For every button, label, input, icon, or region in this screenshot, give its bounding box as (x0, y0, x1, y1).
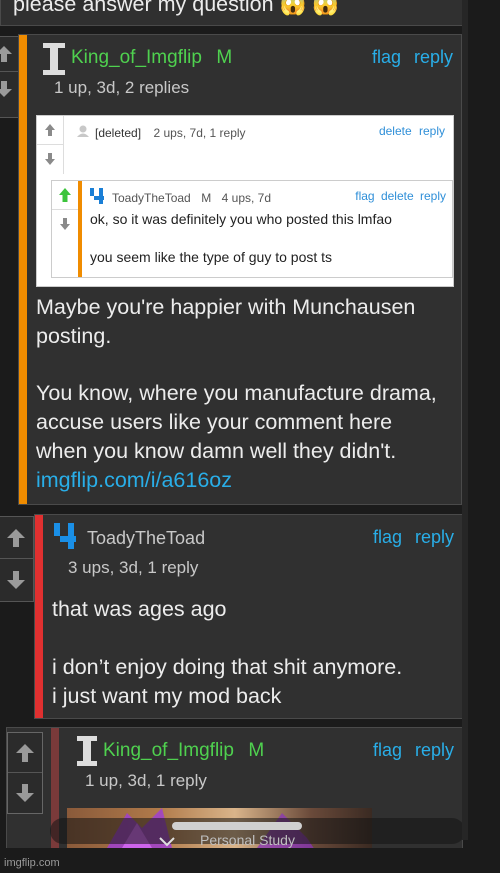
toad-line-2: you seem like the type of guy to post ts (90, 249, 333, 265)
comment-header: King_of_Imgflip M (103, 740, 264, 762)
reply-link[interactable]: reply (415, 527, 454, 547)
reply-link: reply (418, 124, 445, 138)
comment-body: Maybe you're happier with Munchausen pos… (36, 293, 448, 495)
down-arrow-icon (60, 218, 70, 230)
previous-comment-text: please answer my question 😱 😱 (13, 0, 339, 19)
flag-link[interactable]: flag (372, 47, 401, 67)
comment-paragraph-2: You know, where you manufacture drama, a… (36, 379, 448, 495)
comment-actions: flag reply (373, 740, 454, 761)
flag-link: flag (355, 189, 375, 203)
up-arrow-icon (0, 46, 12, 62)
toad-avatar-icon (90, 188, 104, 204)
mod-badge: M (216, 47, 233, 68)
downvote-button[interactable] (0, 559, 33, 600)
downvote-button[interactable] (8, 773, 42, 812)
toad-actions: flag delete reply (355, 189, 446, 203)
reply-link[interactable]: reply (414, 47, 453, 67)
down-arrow-icon (16, 783, 34, 802)
image-link[interactable]: imgflip.com/i/a616oz (36, 468, 232, 492)
username-link[interactable]: King_of_Imgflip (103, 740, 234, 761)
comment-line-1: that was ages ago (52, 597, 227, 621)
previous-comment-line: please answer my question (13, 0, 274, 16)
upvote-button[interactable] (0, 517, 33, 559)
reply-depth-stripe (19, 35, 27, 504)
scrollbar-track[interactable] (462, 0, 468, 840)
up-arrow-icon (45, 124, 55, 136)
comment-meta: 1 up, 3d, 1 reply (85, 771, 207, 790)
scream-emoji-icon: 😱 😱 (279, 0, 340, 16)
image-caption: Personal Study (200, 832, 295, 848)
scrollbar-handle[interactable] (172, 822, 302, 830)
user-avatar-icon (77, 736, 97, 766)
mod-badge: M (248, 740, 265, 761)
flag-link[interactable]: flag (373, 740, 402, 760)
down-arrow-icon (7, 570, 25, 589)
embedded-deleted-header: [deleted] 2 ups, 7d, 1 reply (95, 124, 246, 142)
comment-meta: 1 up, 3d, 2 replies (54, 78, 190, 97)
up-arrow-icon (16, 743, 34, 762)
toad-avatar-icon (54, 523, 76, 549)
default-avatar-icon (77, 125, 89, 137)
comment-actions: flag reply (373, 527, 454, 548)
comment-line-3: i just want my mod back (52, 684, 282, 708)
comment-actions: flag reply (372, 47, 453, 68)
user-avatar-icon (43, 43, 65, 75)
delete-link: delete (378, 124, 412, 138)
embedded-upvote-button (37, 116, 63, 145)
username-link[interactable]: King_of_Imgflip (71, 47, 202, 68)
comment-meta: 3 ups, 3d, 1 reply (68, 558, 199, 577)
comment-king-1: King_of_Imgflip M flag reply 1 up, 3d, 2… (18, 34, 462, 505)
comment-header: King_of_Imgflip M (71, 47, 232, 69)
mod-badge: M (201, 191, 212, 205)
chevron-down-icon[interactable] (158, 836, 176, 848)
comment-toad: ToadyTheToad flag reply 3 ups, 3d, 1 rep… (34, 514, 463, 719)
previous-comment-fragment: please answer my question 😱 😱 (0, 0, 464, 26)
deleted-username: [deleted] (95, 126, 142, 140)
imgflip-watermark: imgflip.com (4, 857, 60, 869)
down-arrow-icon (45, 153, 55, 165)
reply-depth-stripe (78, 181, 82, 277)
embedded-vote-buttons (52, 181, 78, 239)
toad-meta: 4 ups, 7d (221, 191, 272, 205)
up-arrow-icon (59, 188, 71, 202)
embedded-toad-header: ToadyTheToad M 4 ups, 7d (112, 189, 271, 207)
up-arrow-icon (7, 528, 25, 547)
deleted-meta: 2 ups, 7d, 1 reply (153, 126, 246, 140)
embedded-downvote-button (52, 210, 78, 238)
comment-line-2: i don’t enjoy doing that shit anymore. (52, 655, 403, 679)
down-arrow-icon (0, 81, 12, 97)
embedded-screenshot: [deleted] 2 ups, 7d, 1 reply delete repl… (36, 115, 454, 287)
embedded-vote-buttons (37, 116, 64, 174)
reply-depth-stripe (35, 515, 43, 718)
delete-link: delete (380, 189, 414, 203)
upvote-button[interactable] (8, 733, 42, 773)
toad-line-1: ok, so it was definitely you who posted … (90, 211, 392, 227)
vote-buttons (0, 516, 34, 602)
vote-buttons (7, 732, 43, 814)
username-link[interactable]: ToadyTheToad (87, 528, 205, 549)
embedded-downvote-button (37, 145, 63, 173)
embedded-toad-reply: ToadyTheToad M 4 ups, 7d flag delete rep… (51, 180, 453, 278)
flag-link[interactable]: flag (373, 527, 402, 547)
embedded-upvote-button (52, 181, 78, 210)
comment-paragraph-2-text: You know, where you manufacture drama, a… (36, 381, 437, 463)
comment-paragraph-1: Maybe you're happier with Munchausen pos… (36, 295, 416, 348)
comment-body: that was ages ago i don’t enjoy doing th… (52, 595, 452, 711)
toad-username: ToadyTheToad (112, 191, 191, 205)
reply-link[interactable]: reply (415, 740, 454, 760)
reply-link: reply (419, 189, 446, 203)
deleted-actions: delete reply (379, 124, 445, 138)
bottom-strip (0, 848, 500, 873)
